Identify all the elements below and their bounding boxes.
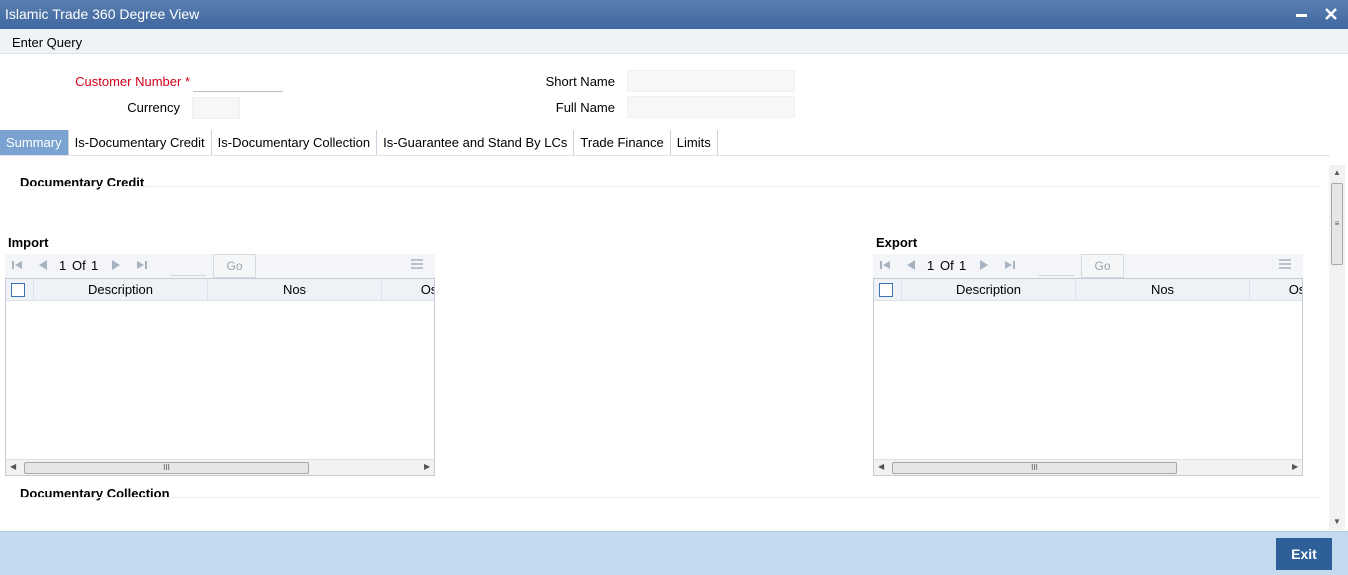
enter-query-menu-item[interactable]: Enter Query [12,35,82,50]
previous-page-icon[interactable] [36,258,50,272]
column-nos[interactable]: Nos [1075,279,1249,301]
tab-bar: Summary Is-Documentary Credit Is-Documen… [0,130,718,155]
page-of-label: Of [72,258,86,273]
minimize-button[interactable] [1292,5,1310,23]
first-page-icon[interactable] [878,258,892,272]
next-page-icon[interactable] [977,258,991,272]
column-list-icon[interactable] [411,259,423,271]
column-list-icon[interactable] [1279,259,1291,271]
current-page: 1 [59,258,67,273]
export-grid: 1 Of 1 Go Description Nos Os ◀ III [873,254,1303,476]
short-name-field [627,70,795,92]
select-all-checkbox[interactable] [879,283,893,297]
import-pager: 1 Of 1 Go [5,254,435,278]
next-page-icon[interactable] [109,258,123,272]
minimize-icon [1295,13,1307,17]
window-title: Islamic Trade 360 Degree View [5,6,200,22]
scroll-right-icon[interactable]: ▶ [1292,462,1298,471]
previous-page-icon[interactable] [904,258,918,272]
tab-is-documentary-credit[interactable]: Is-Documentary Credit [69,130,212,155]
column-description[interactable]: Description [33,279,207,301]
scroll-down-icon[interactable]: ▼ [1333,517,1341,526]
vertical-scroll-thumb[interactable]: ≡ [1331,183,1343,265]
tab-limits[interactable]: Limits [671,130,718,155]
title-bar: Islamic Trade 360 Degree View [0,0,1348,29]
page-number-input[interactable] [1039,256,1074,276]
last-page-icon[interactable] [1003,258,1017,272]
column-description[interactable]: Description [901,279,1075,301]
tab-summary[interactable]: Summary [0,130,69,155]
documentary-credit-heading: Documentary Credit [20,175,145,190]
customer-number-input[interactable] [193,70,283,92]
import-table: Description Nos Os ◀ III ▶ [5,278,435,476]
total-pages: 1 [91,258,99,273]
horizontal-scrollbar[interactable]: ◀ III ▶ [874,459,1302,475]
import-grid: 1 Of 1 Go Description Nos Os ◀ III [5,254,435,476]
tab-divider [0,155,1330,156]
tab-is-guarantee-standby-lcs[interactable]: Is-Guarantee and Stand By LCs [377,130,575,155]
import-heading: Import [8,235,49,250]
total-pages: 1 [959,258,967,273]
last-page-icon[interactable] [135,258,149,272]
footer-bar: Exit [0,531,1348,575]
section-divider [20,186,1320,187]
import-table-header: Description Nos Os [6,279,434,301]
go-button[interactable]: Go [213,254,256,278]
short-name-label: Short Name [545,74,615,89]
tab-trade-finance[interactable]: Trade Finance [574,130,671,155]
section-divider [20,497,1320,498]
export-table: Description Nos Os ◀ III ▶ [873,278,1303,476]
tab-is-documentary-collection[interactable]: Is-Documentary Collection [212,130,378,155]
trade-360-window: Islamic Trade 360 Degree View Enter Quer… [0,0,1348,575]
export-heading: Export [876,235,918,250]
page-of-label: Of [940,258,954,273]
select-all-checkbox[interactable] [11,283,25,297]
first-page-icon[interactable] [10,258,24,272]
scroll-left-icon[interactable]: ◀ [10,462,16,471]
export-pager: 1 Of 1 Go [873,254,1303,278]
scroll-left-icon[interactable]: ◀ [878,462,884,471]
full-name-label: Full Name [555,100,615,115]
page-number-input[interactable] [171,256,206,276]
currency-label: Currency [127,100,180,115]
column-os[interactable]: Os [1249,279,1302,301]
column-nos[interactable]: Nos [207,279,381,301]
customer-number-label-text: Customer Number [75,74,182,89]
close-icon [1325,8,1337,20]
exit-button[interactable]: Exit [1276,538,1332,570]
full-name-field [627,96,795,118]
vertical-scrollbar[interactable]: ▲ ≡ ▼ [1329,165,1345,530]
required-marker: * [184,74,190,89]
customer-number-label: Customer Number * [60,74,190,89]
documentary-collection-heading: Documentary Collection [20,486,170,501]
go-button[interactable]: Go [1081,254,1124,278]
menu-bar: Enter Query [0,29,1348,54]
currency-field [192,97,240,119]
scroll-up-icon[interactable]: ▲ [1333,168,1341,177]
current-page: 1 [927,258,935,273]
scroll-thumb[interactable]: III [24,462,309,474]
scroll-thumb[interactable]: III [892,462,1177,474]
scroll-right-icon[interactable]: ▶ [424,462,430,471]
export-table-header: Description Nos Os [874,279,1302,301]
close-button[interactable] [1322,5,1340,23]
horizontal-scrollbar[interactable]: ◀ III ▶ [6,459,434,475]
column-os[interactable]: Os [381,279,434,301]
